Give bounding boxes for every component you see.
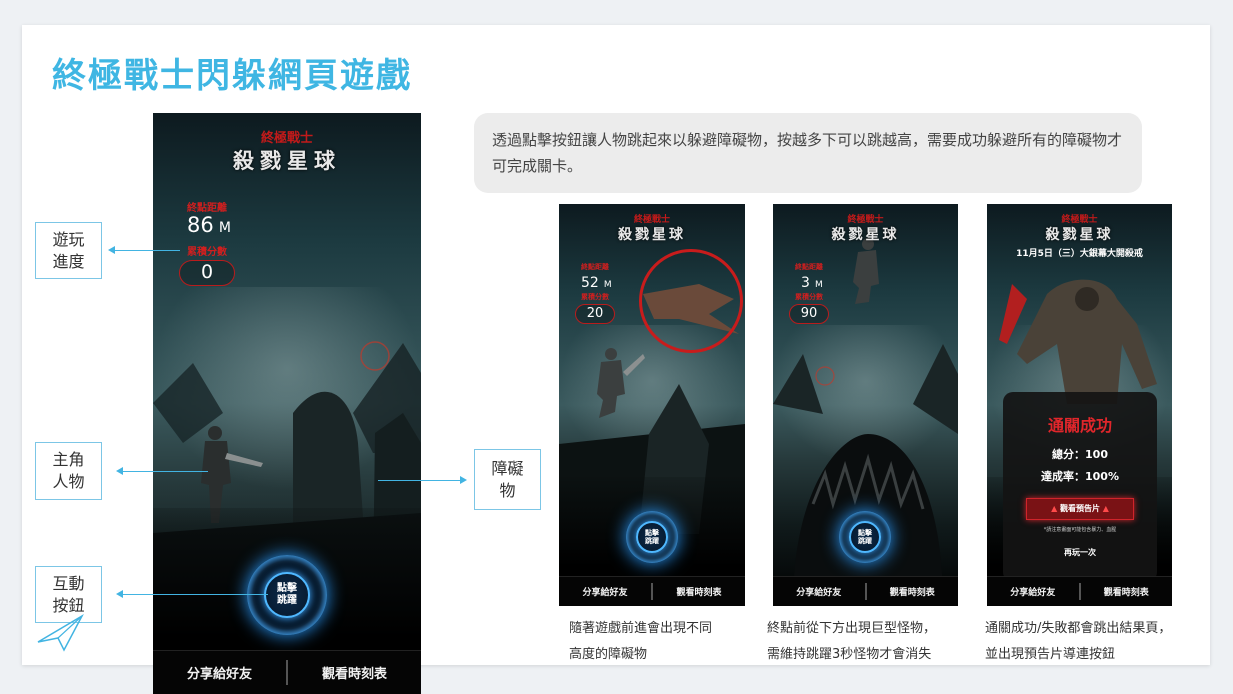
score-label: 累積分數 — [187, 247, 227, 258]
distance-label: 終點距離 — [581, 263, 609, 271]
distance-value: 52 M — [581, 275, 612, 291]
showtimes-button[interactable]: 觀看時刻表 — [1081, 585, 1173, 598]
label-character: 主角人物 — [35, 442, 102, 500]
distance-label: 終點距離 — [795, 263, 823, 271]
score-label: 累積分數 — [581, 293, 609, 301]
showtimes-button[interactable]: 觀看時刻表 — [288, 663, 421, 682]
screen-obstacle: 終極戰士 殺戮星球 終點距離 52 M 累積分數 20 點擊跳躍 分享給好友 觀… — [559, 204, 745, 606]
share-button[interactable]: 分享給好友 — [987, 585, 1079, 598]
completion-rate: 達成率：100% — [1041, 470, 1119, 483]
jump-button[interactable]: 點擊跳躍 — [839, 511, 891, 563]
label-obstacle: 障礙物 — [474, 449, 541, 510]
page-title: 終極戰士閃躲網頁遊戲 — [52, 56, 412, 96]
share-button[interactable]: 分享給好友 — [559, 585, 651, 598]
description-bubble: 透過點擊按鈕讓人物跳起來以躲避障礙物，按越多下可以跳越高，需要成功躲避所有的障礙… — [474, 113, 1142, 193]
main-game-screen: 終極戰士 殺戮星球 終點距離 86 M 累積分數 0 點擊跳躍 分享給好友 觀看… — [153, 113, 421, 694]
hero-figure — [853, 238, 879, 304]
game-logo-big: 殺戮星球 — [233, 149, 341, 173]
bottom-bar: 分享給好友 觀看時刻表 — [773, 576, 958, 606]
result-panel: 通關成功 總分：100 達成率：100% ▲ 觀看預告片 ▲ *請注意畫面可能包… — [1003, 392, 1157, 582]
total-score: 總分：100 — [1052, 448, 1108, 461]
retry-button[interactable]: 再玩一次 — [1003, 547, 1157, 558]
warning-icon: ▲ — [1051, 504, 1060, 513]
share-button[interactable]: 分享給好友 — [153, 663, 286, 682]
jump-button-label[interactable]: 點擊跳躍 — [636, 521, 668, 553]
score-value: 20 — [575, 304, 615, 324]
jump-button-label[interactable]: 點擊跳躍 — [264, 572, 310, 618]
showtimes-button[interactable]: 觀看時刻表 — [867, 585, 959, 598]
showtimes-button[interactable]: 觀看時刻表 — [653, 585, 745, 598]
caption-monster: 終點前從下方出現巨型怪物， 需維持跳躍3秒怪物才會消失 — [767, 621, 937, 662]
score-label: 累積分數 — [795, 293, 823, 301]
distance-label: 終點距離 — [187, 203, 227, 214]
release-date-text: 11月5日（三）大銀幕大開殺戒 — [1016, 249, 1143, 259]
share-button[interactable]: 分享給好友 — [773, 585, 865, 598]
label-progress: 遊玩進度 — [35, 222, 102, 279]
arrow-progress — [108, 246, 180, 254]
screen-result: 終極戰士 殺戮星球 11月5日（三）大銀幕大開殺戒 通關成功 總分：100 達成… — [987, 204, 1172, 606]
caption-obstacle: 隨著遊戲前進會出現不同 高度的障礙物 — [569, 621, 713, 662]
highlight-circle — [639, 249, 743, 353]
paper-plane-icon — [37, 614, 84, 652]
game-logo-big: 殺戮星球 — [1045, 227, 1114, 243]
arrow-button — [116, 590, 268, 598]
distance-value: 86 M — [187, 213, 231, 237]
game-logo-big: 殺戮星球 — [831, 227, 900, 243]
bottom-bar: 分享給好友 觀看時刻表 — [987, 576, 1172, 606]
arrow-character — [116, 467, 208, 475]
trailer-note: *請注意畫面可能包含暴力、血腥 — [1043, 527, 1117, 533]
bottom-bar: 分享給好友 觀看時刻表 — [559, 576, 745, 606]
jump-button-label[interactable]: 點擊跳躍 — [849, 521, 881, 553]
caption-result: 通關成功/失敗都會跳出結果頁， 並出現預告片導連按鈕 — [985, 621, 1172, 662]
score-value: 90 — [789, 304, 829, 324]
predator-figure — [999, 279, 1157, 404]
jump-button[interactable]: 點擊跳躍 — [626, 511, 678, 563]
screen-monster: 終極戰士 殺戮星球 終點距離 3 M 累積分數 90 點擊跳躍 分享給好友 觀看… — [773, 204, 958, 606]
arrow-obstacle — [378, 476, 467, 484]
hero-figure — [597, 348, 645, 418]
jump-button[interactable]: 點擊跳躍 — [247, 555, 327, 635]
result-title: 通關成功 — [1047, 416, 1112, 435]
game-logo-small: 終極戰士 — [260, 131, 313, 146]
trailer-button[interactable]: ▲ 觀看預告片 ▲ — [1026, 498, 1134, 520]
game-logo-big: 殺戮星球 — [618, 227, 686, 243]
score-value: 0 — [179, 260, 235, 286]
main-bottom-bar: 分享給好友 觀看時刻表 — [153, 650, 421, 694]
warning-icon: ▲ — [1100, 504, 1109, 513]
distance-value: 3 M — [801, 275, 823, 291]
